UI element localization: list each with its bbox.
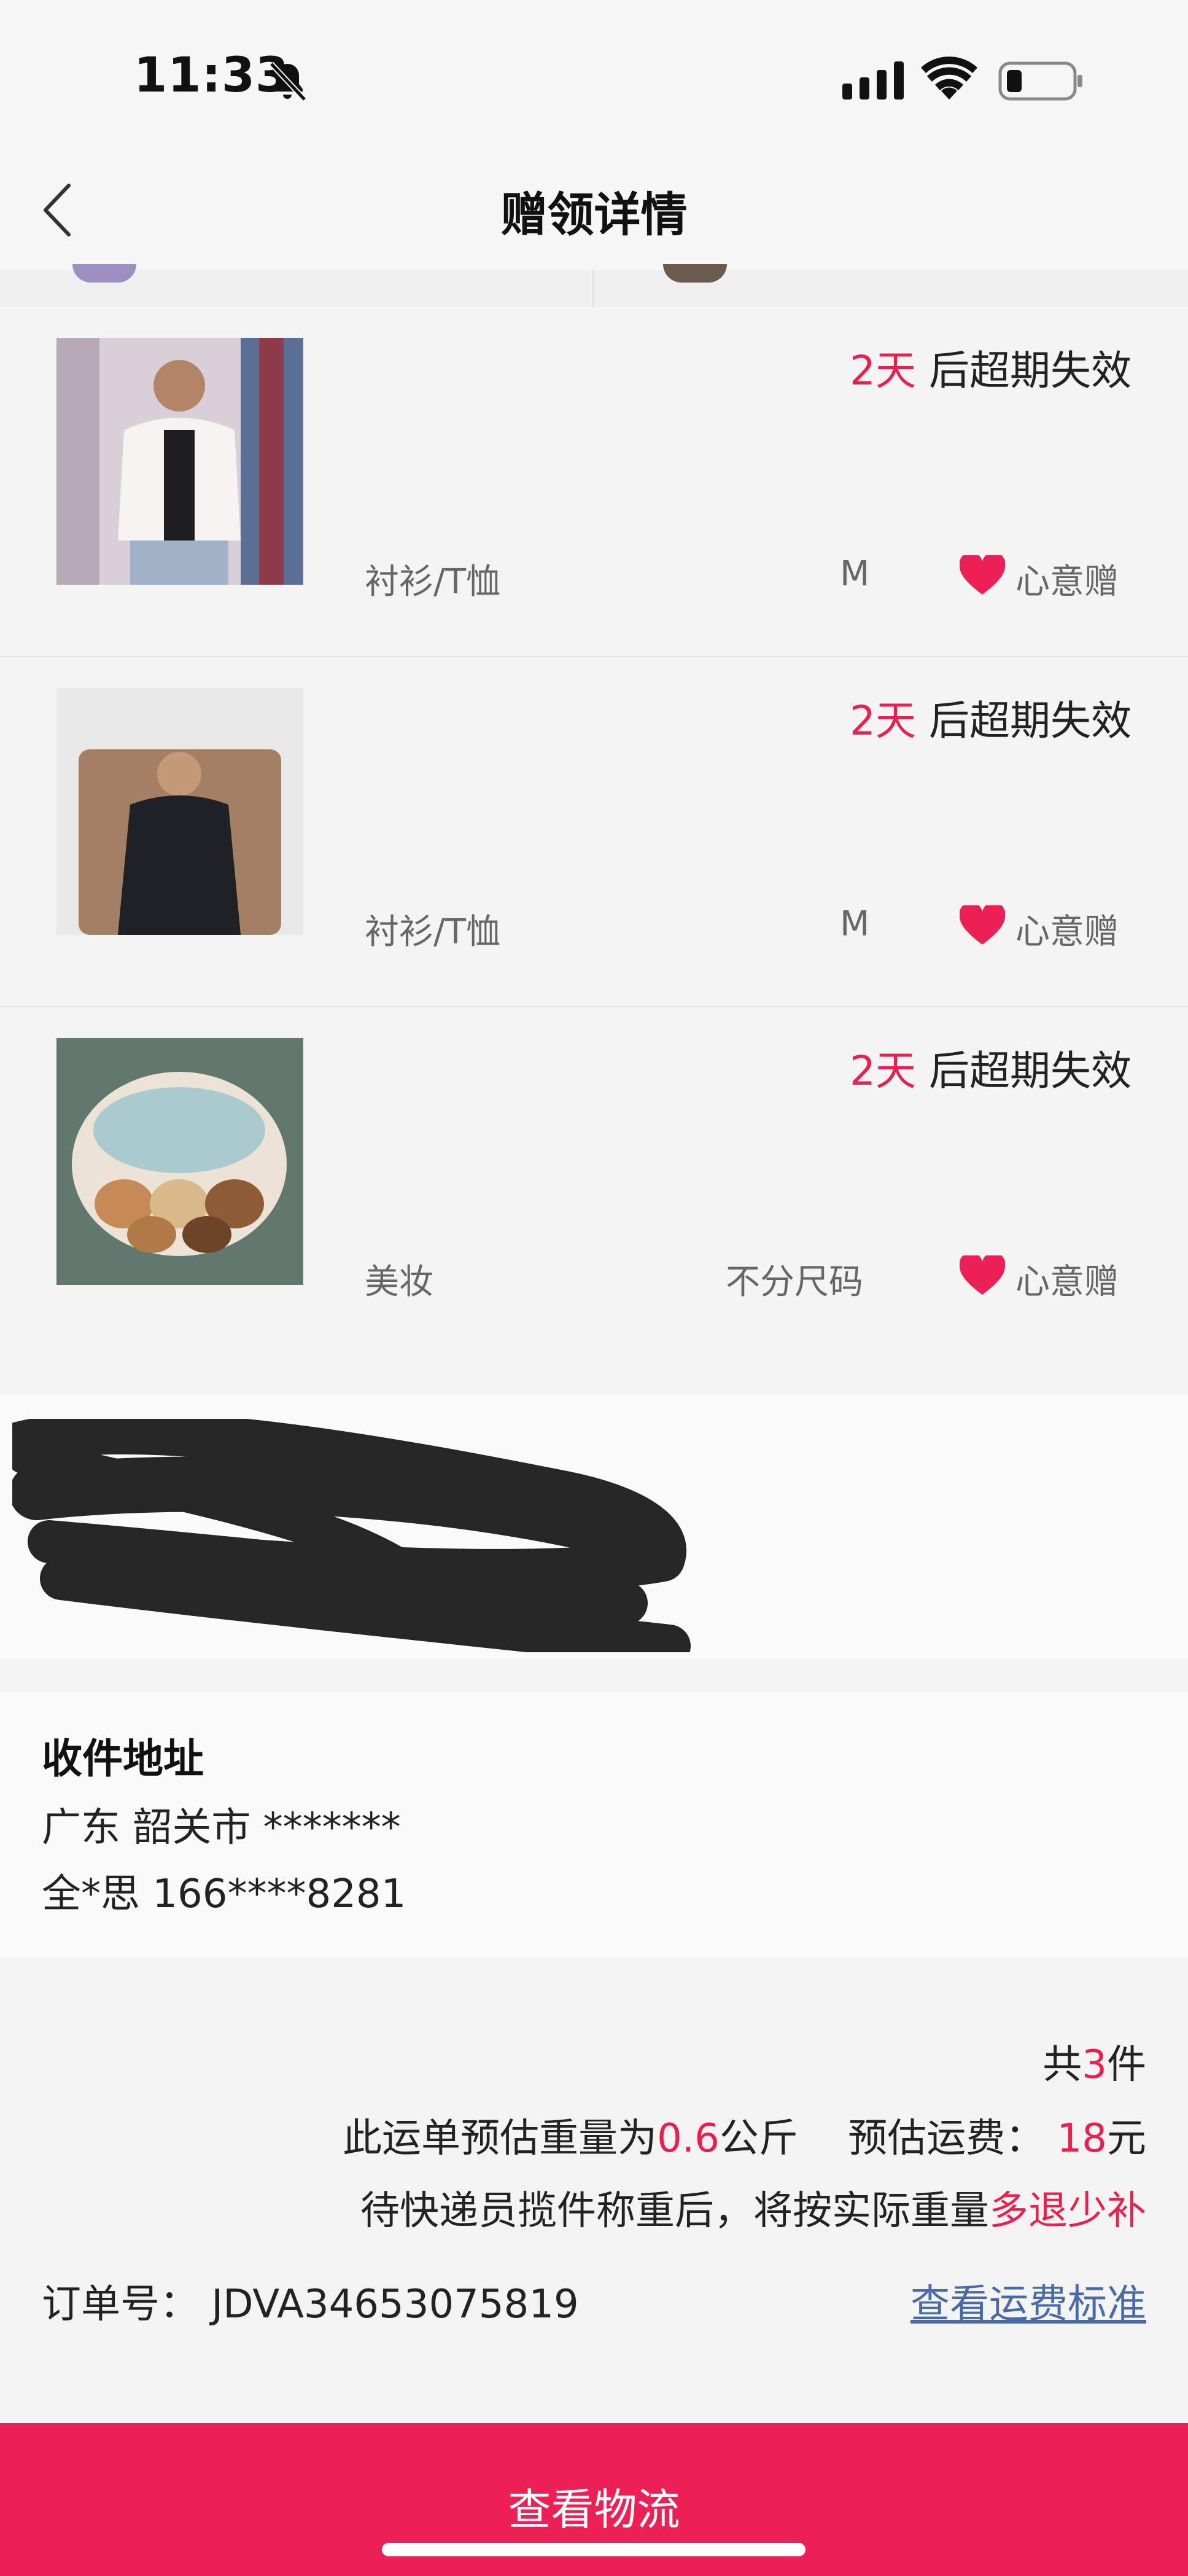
expire-text: 2天 后超期失效 [850, 697, 1132, 744]
address-region: 广东 韶关市 ******* [42, 1805, 401, 1851]
view-logistics-label: 查看物流 [508, 2484, 680, 2535]
battery-icon [998, 61, 1082, 101]
avatar [72, 264, 136, 283]
item-size: M [840, 904, 870, 944]
order-number: 订单号： JDVA34653075819 [42, 2282, 579, 2327]
page-title: 赠领详情 [500, 187, 688, 242]
gift-type: 心意赠 [1015, 912, 1119, 952]
heart-icon [960, 905, 1005, 945]
expire-text: 2天 后超期失效 [850, 1047, 1132, 1095]
heart-icon [960, 1255, 1005, 1295]
cellular-icon [842, 61, 904, 100]
address-contact: 全*思 166****8281 [42, 1872, 406, 1917]
item-category: 美妆 [365, 1262, 433, 1302]
item-count: 共3件 [1042, 2042, 1146, 2088]
shirt-photo [56, 338, 303, 585]
palette-photo [56, 1038, 303, 1285]
heart-icon [960, 555, 1005, 595]
gift-type: 心意赠 [1015, 1262, 1119, 1302]
item-image[interactable] [56, 338, 303, 585]
fee-standard-link[interactable]: 查看运费标准 [910, 2273, 1146, 2329]
bell-slash-icon [269, 61, 307, 102]
redaction-scribble [12, 1419, 691, 1652]
home-indicator [382, 2543, 806, 2556]
item-size: 不分尺码 [726, 1262, 863, 1302]
sweater-photo [56, 688, 303, 935]
weight-fee-line: 此运单预估重量为0.6公斤 预估运费： 18元 [343, 2116, 1146, 2161]
avatar [663, 264, 727, 283]
address-label: 收件地址 [42, 1735, 204, 1782]
wifi-icon [921, 57, 977, 100]
item-image[interactable] [56, 688, 303, 935]
item-image[interactable] [56, 1038, 303, 1285]
item-size: M [840, 554, 870, 594]
item-category: 衬衫/T恤 [365, 912, 501, 952]
divider [592, 270, 594, 307]
weight-note: 待快递员揽件称重后，将按实际重量多退少补 [360, 2188, 1146, 2234]
expire-text: 2天 后超期失效 [850, 347, 1132, 394]
gift-type: 心意赠 [1015, 562, 1119, 602]
item-category: 衬衫/T恤 [365, 562, 501, 602]
